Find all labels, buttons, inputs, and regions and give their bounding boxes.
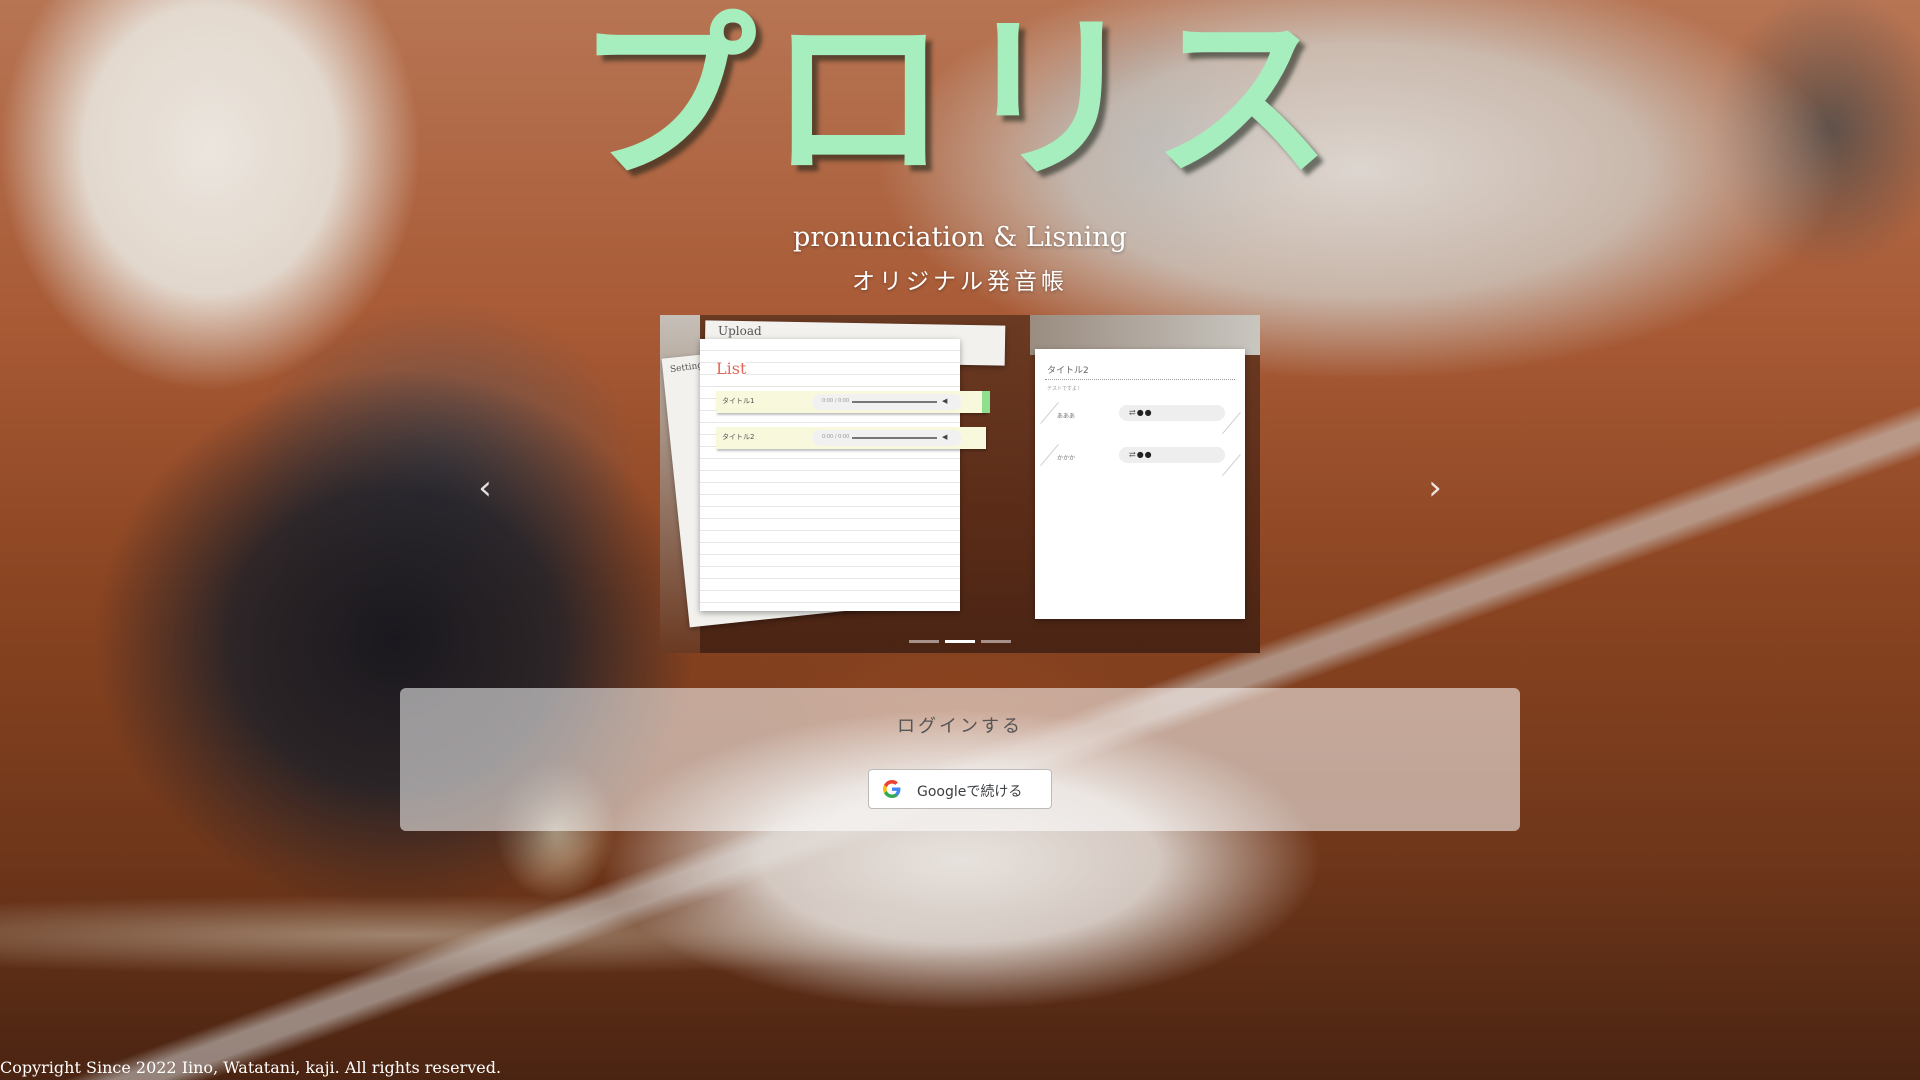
slide-row-label: タイトル1: [722, 397, 755, 405]
google-sign-in-button[interactable]: Googleで続ける: [868, 769, 1052, 809]
player-controls-icon: ⇄●●: [1129, 450, 1153, 459]
subtitle-japanese: オリジナル発音帳: [852, 269, 1068, 295]
slide-detail-row-label: あああ: [1057, 413, 1076, 420]
player-time: 0:00 / 0:00: [822, 398, 850, 404]
google-icon: [883, 780, 901, 798]
player-time: 0:00 / 0:00: [822, 434, 850, 440]
slide-row-label: タイトル2: [722, 433, 755, 441]
copyright-footer: Copyright Since 2022 Iino, Watatani, kaj…: [0, 1058, 502, 1077]
screenshot-carousel: Upload Setting List タイトル1 0:00 / 0:00 ◀︎…: [660, 315, 1260, 653]
volume-icon: ◀︎: [942, 397, 948, 405]
carousel-prev-icon[interactable]: ‹: [470, 470, 500, 506]
slide-detail-paper: タイトル2 テストですよ！ あああ ⇄●● かかか ⇄●●: [1035, 349, 1245, 619]
slide-list-row: タイトル2 0:00 / 0:00 ◀︎: [716, 427, 986, 449]
slide-detail-subtitle: テストですよ！: [1047, 386, 1083, 392]
carousel-indicators: [660, 628, 1260, 647]
player-track: [852, 437, 937, 439]
slide-list-title: List: [716, 359, 747, 378]
subtitle-english: pronunciation & Lisning: [793, 222, 1127, 253]
player-controls-icon: ⇄●●: [1129, 408, 1153, 417]
slide-detail-divider: [1045, 379, 1235, 380]
carousel-indicator-2[interactable]: [945, 640, 975, 643]
decorative-line: [1222, 411, 1241, 435]
slide-tab-upload: Upload: [718, 324, 762, 338]
google-button-label: Googleで続ける: [917, 784, 1023, 800]
carousel-indicator-3[interactable]: [981, 640, 1011, 643]
slide-list-row: タイトル1 0:00 / 0:00 ◀︎: [716, 391, 990, 413]
slide-list-paper: List タイトル1 0:00 / 0:00 ◀︎ タイトル2 0:00 / 0…: [700, 339, 990, 611]
carousel-indicator-1[interactable]: [909, 640, 939, 643]
row-accent-bar: [982, 391, 990, 413]
slide-detail-row-label: かかか: [1057, 455, 1076, 462]
mini-audio-player: ⇄●●: [1119, 447, 1225, 463]
slide-detail-title: タイトル2: [1047, 366, 1089, 376]
login-heading: ログインする: [897, 716, 1023, 737]
carousel-next-icon[interactable]: ›: [1420, 470, 1450, 506]
decorative-line: [1222, 453, 1241, 477]
audio-player: 0:00 / 0:00 ◀︎: [812, 394, 962, 410]
player-track: [852, 401, 937, 403]
mini-audio-player: ⇄●●: [1119, 405, 1225, 421]
audio-player: 0:00 / 0:00 ◀︎: [812, 430, 962, 446]
login-panel: ログインする Googleで続ける: [400, 688, 1520, 831]
volume-icon: ◀︎: [942, 433, 948, 441]
app-logo-title: プロリス: [575, 0, 1344, 204]
